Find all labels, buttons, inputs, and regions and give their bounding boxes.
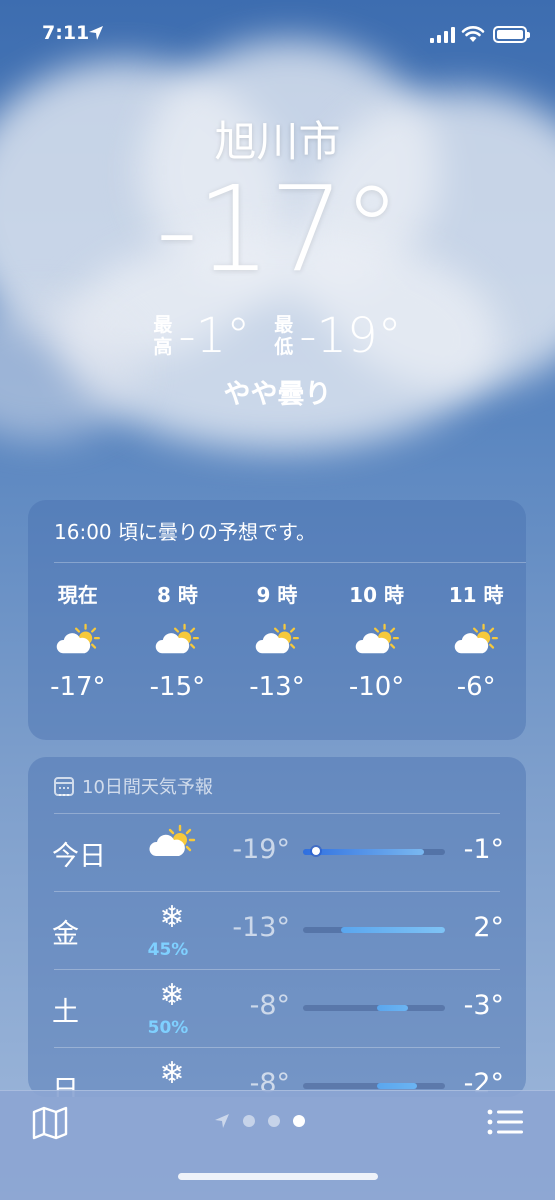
divider [54, 562, 526, 563]
wifi-icon [461, 26, 485, 42]
day-high-temp: -3° [463, 990, 504, 1021]
hour-temp: -6° [456, 672, 496, 702]
hour-label: 8 時 [156, 583, 198, 607]
partly-cloudy-icon [128, 614, 228, 666]
day-low-temp: -13° [232, 912, 290, 943]
day-high-temp: -1° [463, 834, 504, 865]
ten-day-forecast-card[interactable]: 10日間天気予報 今日 -19° -1° 金 ❄ 45% -13° 2° 土 ❄… [28, 757, 526, 1097]
precip-chance: 50% [147, 1018, 189, 1038]
snowflake-icon: ❄ [159, 978, 185, 1013]
snowflake-icon: ❄ [159, 900, 185, 935]
precip-chance: 45% [147, 940, 189, 960]
map-icon[interactable] [32, 1106, 68, 1140]
status-bar: 7:11 [0, 0, 555, 70]
temp-range-bar [303, 1083, 445, 1089]
hour-temp: -15° [149, 672, 206, 702]
high-temp-group: 最 高 -1° [153, 308, 250, 364]
day-name: 今日 [52, 841, 106, 872]
location-page-icon[interactable] [214, 1113, 230, 1129]
low-label: 最 低 [274, 314, 294, 358]
hourly-forecast-card[interactable]: 16:00 頃に曇りの予想です。 現在 -17° 8 時 -15° 9 時 -1… [28, 500, 526, 740]
snowflake-icon: ❄ [159, 1056, 185, 1091]
partly-cloudy-icon [426, 614, 526, 666]
hour-temp: -17° [50, 672, 106, 702]
forecast-header-label: 10日間天気予報 [82, 777, 213, 798]
day-name: 金 [52, 919, 79, 950]
page-dot[interactable] [268, 1115, 280, 1127]
location-arrow-icon [89, 26, 103, 40]
hour-label: 10 時 [349, 583, 404, 607]
cellular-signal-icon [430, 27, 455, 43]
day-row[interactable]: 土 ❄ 50% -8° -3° [28, 970, 526, 1048]
current-temperature: -17° [155, 160, 402, 298]
current-temp-marker [311, 847, 320, 855]
hourly-list[interactable]: 現在 -17° 8 時 -15° 9 時 -13° 10 時 -10° 11 時… [28, 580, 526, 702]
partly-cloudy-icon [144, 824, 200, 860]
list-icon[interactable] [487, 1108, 523, 1136]
hourly-item: 11 時 -6° [426, 580, 526, 702]
day-row[interactable]: 今日 -19° -1° [28, 814, 526, 892]
low-temp-group: 最 低 -19° [274, 308, 401, 364]
day-high-temp: 2° [473, 912, 504, 943]
bottom-toolbar [0, 1090, 555, 1200]
day-low-temp: -19° [232, 834, 290, 865]
page-indicator[interactable] [214, 1113, 305, 1129]
hourly-item: 8 時 -15° [128, 580, 228, 702]
temp-range-fill [341, 927, 445, 933]
calendar-icon [54, 776, 74, 796]
battery-icon [493, 26, 530, 43]
hourly-item: 9 時 -13° [227, 580, 327, 702]
hour-temp: -10° [348, 672, 405, 702]
home-indicator[interactable] [178, 1173, 378, 1180]
day-row[interactable]: 金 ❄ 45% -13° 2° [28, 892, 526, 970]
page-dot[interactable] [293, 1115, 305, 1127]
partly-cloudy-icon [227, 614, 327, 666]
temp-range-bar [303, 1005, 445, 1011]
hourly-item: 10 時 -10° [327, 580, 427, 702]
day-name: 土 [52, 997, 79, 1028]
low-temp: -19° [299, 308, 402, 364]
hourly-summary: 16:00 頃に曇りの予想です。 [54, 520, 316, 544]
high-label: 最 高 [153, 314, 173, 358]
temp-range-fill [376, 1083, 417, 1089]
temp-range-bar [303, 847, 445, 855]
status-time: 7:11 [42, 22, 90, 44]
hour-label: 9 時 [256, 583, 298, 607]
hour-label: 11 時 [448, 583, 504, 607]
day-low-temp: -8° [249, 990, 290, 1021]
temp-range-bar [303, 927, 445, 933]
hourly-item: 現在 -17° [28, 580, 128, 702]
hour-temp: -13° [249, 672, 305, 702]
temp-range-fill [376, 1005, 409, 1011]
page-dot[interactable] [243, 1115, 255, 1127]
high-temp: -1° [178, 308, 251, 364]
temp-range-fill [303, 849, 424, 855]
weather-condition: やや曇り [223, 379, 332, 410]
partly-cloudy-icon [28, 614, 128, 666]
high-low: 最 高 -1° 最 低 -19° [0, 308, 555, 364]
partly-cloudy-icon [327, 614, 427, 666]
forecast-header: 10日間天気予報 [54, 773, 213, 799]
hour-label: 現在 [57, 583, 98, 607]
